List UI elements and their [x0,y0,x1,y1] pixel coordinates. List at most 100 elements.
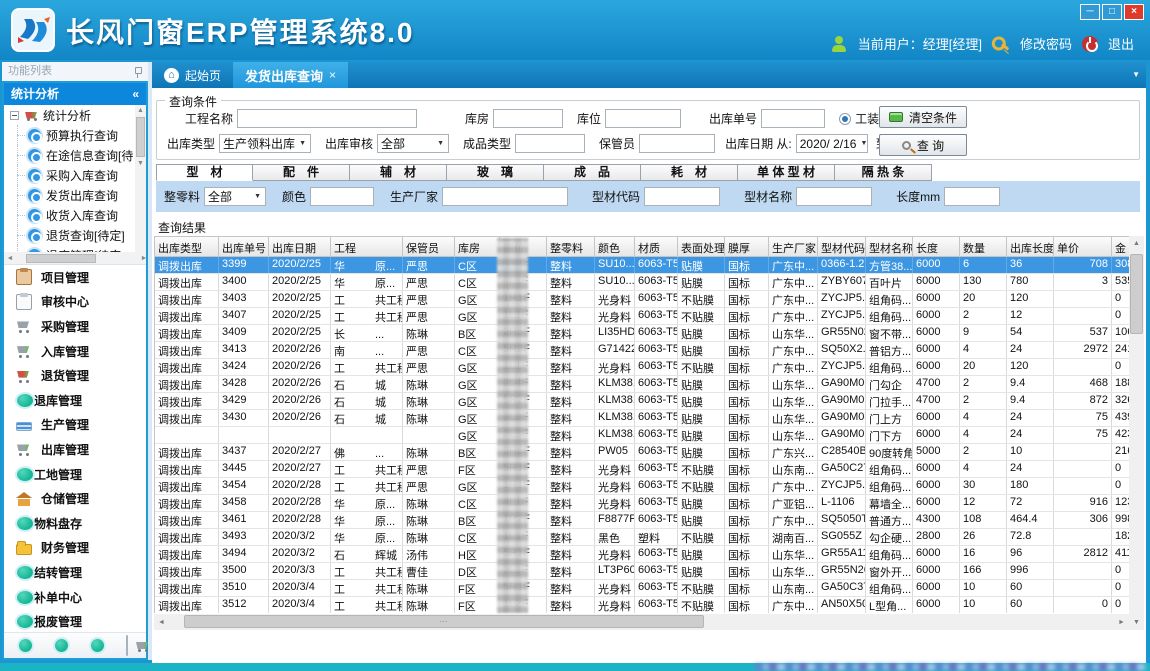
scroll-left-icon[interactable]: ◄ [4,255,16,262]
scrollbar-thumb[interactable]: ⋯ [184,615,704,628]
color-input[interactable] [310,187,374,206]
scrollbar-thumb[interactable] [26,254,96,263]
table-row[interactable]: 调拨出库34072020/2/25工共工程严思G区1L1F整料光身料6063-T… [155,308,1129,325]
product-type-input[interactable] [515,134,585,153]
scroll-up-icon[interactable]: ▲ [137,107,144,114]
table-row[interactable]: G区3L3F整料KLM38176063-T5贴膜国标山东华...GA90M09.… [155,427,1129,444]
outbound-type-select[interactable]: 生产领料出库 ▼ [219,134,311,153]
table-row[interactable]: 调拨出库34582020/2/28华原...陈琳C区4L1F整料光身料6063-… [155,495,1129,512]
warehouse-input[interactable] [493,109,563,128]
table-row[interactable]: 调拨出库34282020/2/26石城陈琳G区2L4F整料KLM38176063… [155,376,1129,393]
column-header-出库长度[interactable]: 出库长度 [1007,237,1054,256]
column-header-单价[interactable]: 单价 [1054,237,1112,256]
tree-item-预算执行查询[interactable]: 预算执行查询 [4,125,146,145]
minimize-button[interactable]: ─ [1080,4,1100,20]
scroll-up-icon[interactable]: ▲ [1133,236,1140,251]
material-tab-隔热条[interactable]: 隔 热 条 [835,164,932,181]
audit-select[interactable]: 全部 ▼ [377,134,449,153]
tab-list-dropdown-icon[interactable]: ▼ [1132,70,1140,79]
tree-expander-icon[interactable] [10,111,19,120]
search-button[interactable]: 查 询 [879,134,967,156]
column-header-金[interactable]: 金 [1112,237,1129,256]
column-header-工程[interactable]: 工程 [331,237,403,256]
scroll-left-icon[interactable]: ◄ [154,619,169,626]
sidebar-item-项目管理[interactable]: 项目管理 [4,265,146,290]
table-row[interactable]: 调拨出库34612020/2/28华原...陈琳B区1R2F整料F8877FT6… [155,512,1129,529]
clear-conditions-button[interactable]: 清空条件 [879,106,967,128]
table-row[interactable]: 调拨出库34032020/2/25工共工程严思G区1R1F整料光身料6063-T… [155,291,1129,308]
tab-发货出库查询[interactable]: 发货出库查询× [233,62,348,88]
profile-name-input[interactable] [796,187,872,206]
location-input[interactable] [605,109,681,128]
column-header-膜厚[interactable]: 膜厚 [725,237,769,256]
table-row[interactable]: 调拨出库34372020/2/27佛...陈琳B区3R8F整料PW056063-… [155,444,1129,461]
tree-item-采购入库查询[interactable]: 采购入库查询 [4,165,146,185]
tree-horizontal-scrollbar[interactable]: ◄ ► [4,252,146,264]
column-header-出库类型[interactable]: 出库类型 [155,237,219,256]
tree-item-退货查询[待定][interactable]: 退货查询[待定] [4,225,146,245]
table-row[interactable]: 调拨出库34132020/2/26南...严思C区5R3F整料G71422606… [155,342,1129,359]
order-no-input[interactable] [761,109,825,128]
column-header-库房[interactable]: 库房 [455,237,500,256]
column-header-整零料[interactable]: 整零料 [547,237,595,256]
keeper-input[interactable] [639,134,715,153]
sidebar-item-审核中心[interactable]: 审核中心 [4,290,146,315]
close-tab-icon[interactable]: × [329,68,336,82]
close-button[interactable]: × [1124,4,1144,20]
sidebar-item-仓储管理[interactable]: 仓储管理 [4,486,146,511]
module-dot-icon[interactable] [55,639,68,652]
column-header-表面处理[interactable]: 表面处理 [678,237,725,256]
scroll-down-icon[interactable]: ▼ [137,160,144,167]
sidebar-item-退货管理[interactable]: 退货管理 [4,363,146,388]
table-row[interactable]: 调拨出库35122020/3/4工共工程陈琳F区1L2F整料光身料6063-T5… [155,597,1129,613]
module-dot-icon[interactable] [19,639,32,652]
column-header-保管员[interactable]: 保管员 [403,237,455,256]
material-tab-型材[interactable]: 型 材 [156,164,253,181]
table-row[interactable]: 调拨出库34242020/2/26工共工程严思G区1L1F整料光身料6063-T… [155,359,1129,376]
tree-vertical-scrollbar[interactable]: ▲ ▼ [135,105,146,253]
sidebar-item-退库管理[interactable]: 退库管理 [4,388,146,413]
radio-gongzhuang[interactable] [839,113,851,125]
table-row[interactable]: 调拨出库34932020/3/2华原...陈琳C区1L1F整料黑色塑料不贴膜国标… [155,529,1129,546]
column-header-型材代码[interactable]: 型材代码 [818,237,866,256]
sidebar-item-采购管理[interactable]: 采购管理 [4,314,146,339]
sidebar-item-物料盘存[interactable]: 物料盘存 [4,511,146,536]
material-tab-配件[interactable]: 配 件 [253,164,350,181]
scrollbar-thumb[interactable] [1130,254,1143,334]
section-header[interactable]: 统计分析 « [4,83,146,105]
tree-root-node[interactable]: 统计分析 [4,105,146,125]
column-header-生产厂家[interactable]: 生产厂家 [769,237,818,256]
table-horizontal-scrollbar[interactable]: ◄ ⋯ ► [154,614,1129,630]
material-tab-玻璃[interactable]: 玻 璃 [447,164,544,181]
scroll-down-icon[interactable]: ▼ [1133,615,1140,630]
scrollbar-thumb[interactable] [136,117,145,157]
table-row[interactable]: 调拨出库34092020/2/25长...陈琳B区2R5F整料LI35HD606… [155,325,1129,342]
manufacturer-input[interactable] [442,187,568,206]
whole-part-select[interactable]: 全部 ▼ [204,187,266,206]
cart-toolbar-button[interactable] [126,635,128,656]
column-header-数量[interactable]: 数量 [960,237,1007,256]
column-header-出库单号[interactable]: 出库单号 [219,237,269,256]
table-row[interactable]: 调拨出库34292020/2/26石城陈琳G区5R2F整料KLM38176063… [155,393,1129,410]
collapse-icon[interactable]: « [132,83,139,105]
scroll-right-icon[interactable]: ► [138,255,146,262]
sidebar-item-出库管理[interactable]: 出库管理 [4,437,146,462]
table-row[interactable]: 调拨出库34002020/2/25华原...严思C区4L1F整料SU10...6… [155,274,1129,291]
column-header-材质[interactable]: 材质 [635,237,678,256]
material-tab-成品[interactable]: 成 品 [544,164,641,181]
project-name-input[interactable] [237,109,417,128]
radio-gongzhuang-label[interactable]: 工装 [855,110,879,127]
material-tab-耗材[interactable]: 耗 材 [641,164,738,181]
sidebar-item-报废管理[interactable]: 报废管理 [4,609,146,634]
material-tab-辅材[interactable]: 辅 材 [350,164,447,181]
material-tab-单体型材[interactable]: 单 体 型 材 [738,164,835,181]
column-header-颜色[interactable]: 颜色 [595,237,635,256]
sidebar-item-入库管理[interactable]: 入库管理 [4,339,146,364]
scroll-right-icon[interactable]: ► [1114,619,1129,626]
column-header-长度[interactable]: 长度 [913,237,960,256]
table-row[interactable]: 调拨出库34452020/2/27工共工程严思F区5R1F整料光身料6063-T… [155,461,1129,478]
profile-code-input[interactable] [644,187,720,206]
module-dot-icon[interactable] [91,639,104,652]
length-input[interactable] [944,187,1000,206]
sidebar-item-结转管理[interactable]: 结转管理 [4,560,146,585]
